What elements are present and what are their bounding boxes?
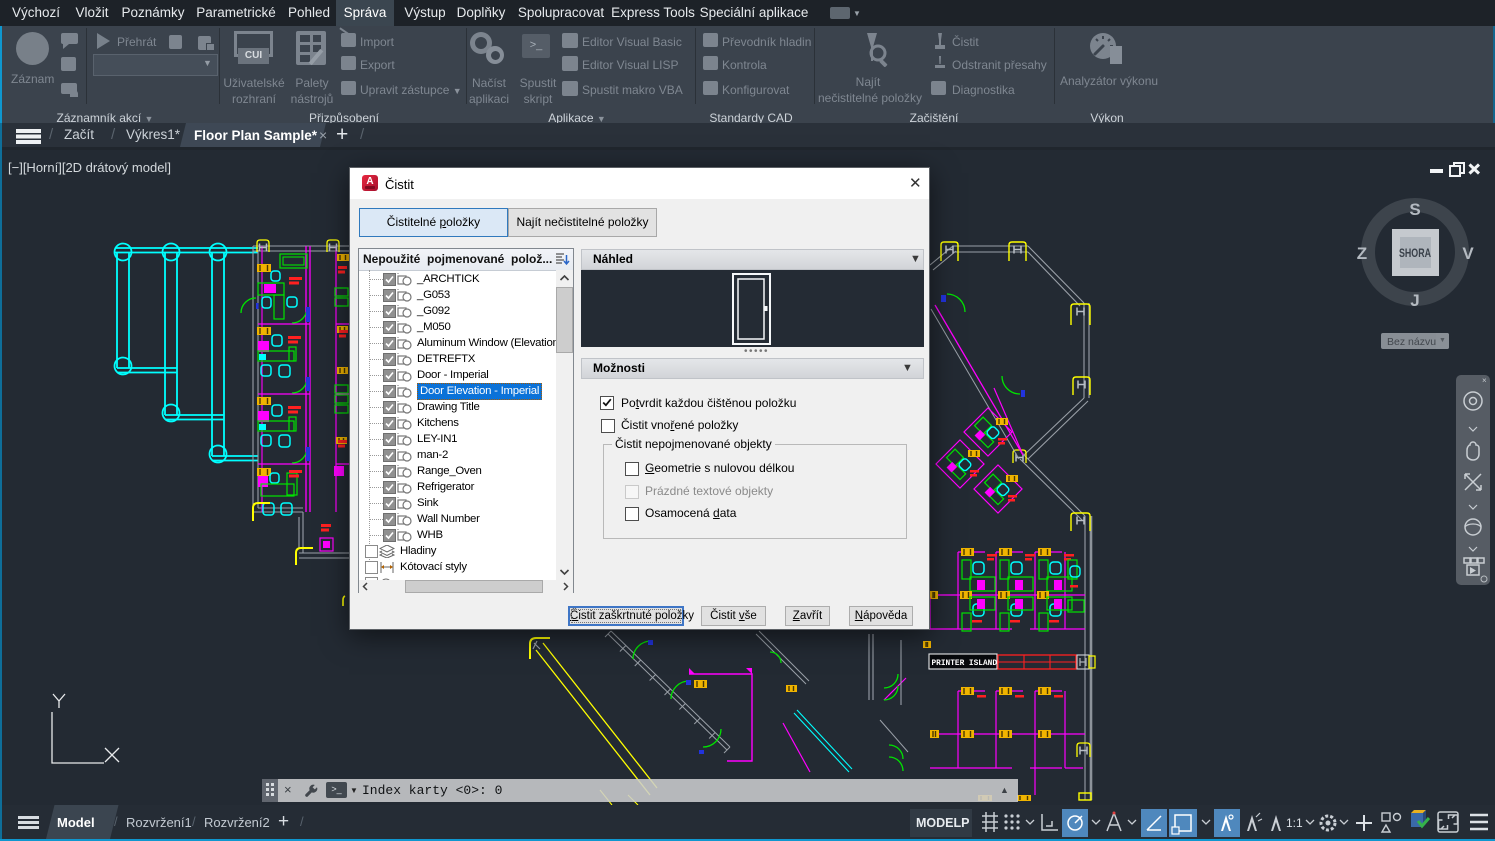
svg-text:S: S	[1409, 200, 1420, 219]
svg-text:SHORA: SHORA	[1399, 248, 1431, 260]
svg-text:V: V	[1462, 244, 1474, 263]
svg-text:PRINTER ISLAND: PRINTER ISLAND	[932, 660, 998, 668]
svg-text:J: J	[1410, 291, 1419, 310]
svg-text:1:1: 1:1	[1286, 816, 1303, 830]
svg-text:Z: Z	[1357, 244, 1367, 263]
